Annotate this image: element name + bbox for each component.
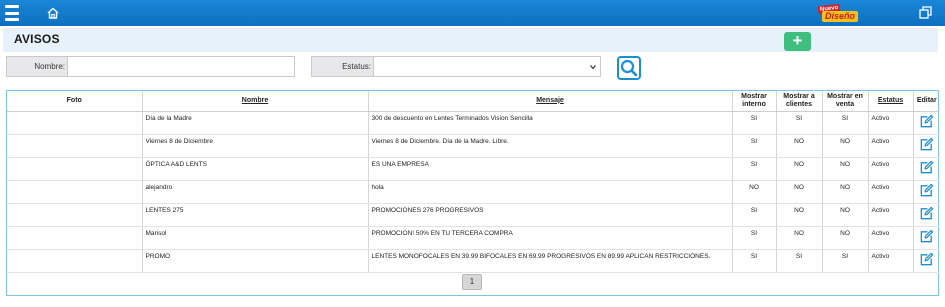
mostrar-clientes-cell: SI xyxy=(776,111,823,135)
estatus-label: Estatus: xyxy=(311,56,374,77)
chevron-down-icon xyxy=(590,65,596,70)
header-mensaje[interactable]: Mensaje xyxy=(368,91,733,112)
page-title: AVISOS xyxy=(14,32,60,46)
nombre-cell: LENTES 275 xyxy=(142,203,369,227)
foto-cell xyxy=(7,203,143,227)
home-icon[interactable] xyxy=(46,6,60,20)
menu-icon[interactable] xyxy=(5,5,19,21)
edit-cell xyxy=(913,134,940,158)
estatus-cell: Activo xyxy=(868,134,914,158)
mostrar-venta-cell: NO xyxy=(822,134,869,158)
foto-cell xyxy=(7,226,143,250)
mostrar-interno-cell: SI xyxy=(732,134,777,158)
mensaje-cell: 300 de descuento en Lentes Terminados Vi… xyxy=(368,111,733,135)
edit-icon[interactable] xyxy=(919,252,934,267)
mensaje-cell: LENTES MONOFOCALES EN 39.99 BIFOCALES EN… xyxy=(368,249,733,273)
mensaje-cell: ES UNA EMPRESA xyxy=(368,157,733,181)
nombre-cell: Marisol xyxy=(142,226,369,250)
estatus-cell: Activo xyxy=(868,203,914,227)
header-mostrar-clientes: Mostrar a clientes xyxy=(776,91,823,112)
mostrar-venta-cell: SI xyxy=(822,111,869,135)
mensaje-cell: Viernes 8 de Diciembre. Día de la Madre.… xyxy=(368,134,733,158)
mensaje-cell: PROMOCIONES 276 PROGRESIVOS xyxy=(368,203,733,227)
edit-cell xyxy=(913,111,940,135)
table-row: alejandro hola NO NO NO Activo xyxy=(7,180,940,204)
restore-window-icon[interactable] xyxy=(919,6,932,19)
edit-icon[interactable] xyxy=(919,183,934,198)
estatus-cell: Activo xyxy=(868,249,914,273)
mostrar-clientes-cell: NO xyxy=(776,134,823,158)
mostrar-interno-cell: SI xyxy=(732,111,777,135)
mostrar-interno-cell: SI xyxy=(732,203,777,227)
search-icon xyxy=(620,59,638,77)
table-row: Marisol PROMOCION! 50% EN TU TERCERA COMP… xyxy=(7,226,940,250)
nombre-cell: Día de la Madre xyxy=(142,111,369,135)
mensaje-cell: PROMOCION! 50% EN TU TERCERA COMPRA xyxy=(368,226,733,250)
mostrar-interno-cell: NO xyxy=(732,180,777,204)
add-aviso-button[interactable]: + xyxy=(784,32,811,51)
estatus-cell: Activo xyxy=(868,226,914,250)
mostrar-interno-cell: SI xyxy=(732,157,777,181)
nombre-cell: alejandro xyxy=(142,180,369,204)
search-button[interactable] xyxy=(617,56,641,80)
edit-cell xyxy=(913,180,940,204)
table-row: PROMO LENTES MONOFOCALES EN 39.99 BIFOCAL… xyxy=(7,249,940,273)
header-mostrar-interno: Mostrar interno xyxy=(732,91,777,112)
mostrar-venta-cell: SI xyxy=(822,249,869,273)
edit-cell xyxy=(913,203,940,227)
nombre-cell: Viernes 8 de Diciembre xyxy=(142,134,369,158)
header-editar: Editar xyxy=(913,91,940,112)
mostrar-venta-cell: NO xyxy=(822,180,869,204)
pagination-page-button[interactable]: 1 xyxy=(462,274,482,290)
plus-icon: + xyxy=(792,31,803,50)
table-row: Viernes 8 de Diciembre Viernes 8 de Dicie… xyxy=(7,134,940,158)
nombre-input[interactable] xyxy=(67,56,295,77)
edit-icon[interactable] xyxy=(919,137,934,152)
nombre-cell: PROMO xyxy=(142,249,369,273)
edit-cell xyxy=(913,226,940,250)
avisos-table: Foto Nombre Mensaje Mostrar interno Most… xyxy=(6,90,940,296)
nombre-cell: ÓPTICA A&D LENTS xyxy=(142,157,369,181)
mostrar-venta-cell: NO xyxy=(822,226,869,250)
edit-icon[interactable] xyxy=(919,160,934,175)
edit-cell xyxy=(913,157,940,181)
mostrar-interno-cell: SI xyxy=(732,226,777,250)
mostrar-clientes-cell: NO xyxy=(776,226,823,250)
foto-cell xyxy=(7,180,143,204)
edit-icon[interactable] xyxy=(919,229,934,244)
header-mostrar-venta: Mostrar en venta xyxy=(822,91,869,112)
mostrar-clientes-cell: NO xyxy=(776,180,823,204)
estatus-cell: Activo xyxy=(868,157,914,181)
mostrar-interno-cell: SI xyxy=(732,249,777,273)
estatus-select[interactable] xyxy=(373,56,601,77)
table-row: ÓPTICA A&D LENTS ES UNA EMPRESA SI NO NO Acti… xyxy=(7,157,940,181)
edit-icon[interactable] xyxy=(919,206,934,221)
mensaje-cell: hola xyxy=(368,180,733,204)
table-row: LENTES 275 PROMOCIONES 276 PROGRESIVOS SI N… xyxy=(7,203,940,227)
header-nombre[interactable]: Nombre xyxy=(142,91,369,112)
edit-cell xyxy=(913,249,940,273)
estatus-cell: Activo xyxy=(868,111,914,135)
edit-icon[interactable] xyxy=(919,114,934,129)
header-foto: Foto xyxy=(7,91,143,112)
table-header-row: Foto Nombre Mensaje Mostrar interno Most… xyxy=(7,91,940,112)
nombre-label: Nombre: xyxy=(6,56,68,77)
table-row: Día de la Madre 300 de descuento en Lente… xyxy=(7,111,940,135)
mostrar-clientes-cell: NO xyxy=(776,203,823,227)
foto-cell xyxy=(7,249,143,273)
mostrar-clientes-cell: NO xyxy=(776,157,823,181)
header-estatus[interactable]: Estatus xyxy=(868,91,914,112)
foto-cell xyxy=(7,134,143,158)
foto-cell xyxy=(7,111,143,135)
top-bar: Nuevo Diseño xyxy=(0,0,945,26)
estatus-cell: Activo xyxy=(868,180,914,204)
mostrar-venta-cell: NO xyxy=(822,203,869,227)
foto-cell xyxy=(7,157,143,181)
brand-logo: Nuevo Diseño xyxy=(817,3,859,22)
mostrar-clientes-cell: SI xyxy=(776,249,823,273)
mostrar-venta-cell: NO xyxy=(822,157,869,181)
